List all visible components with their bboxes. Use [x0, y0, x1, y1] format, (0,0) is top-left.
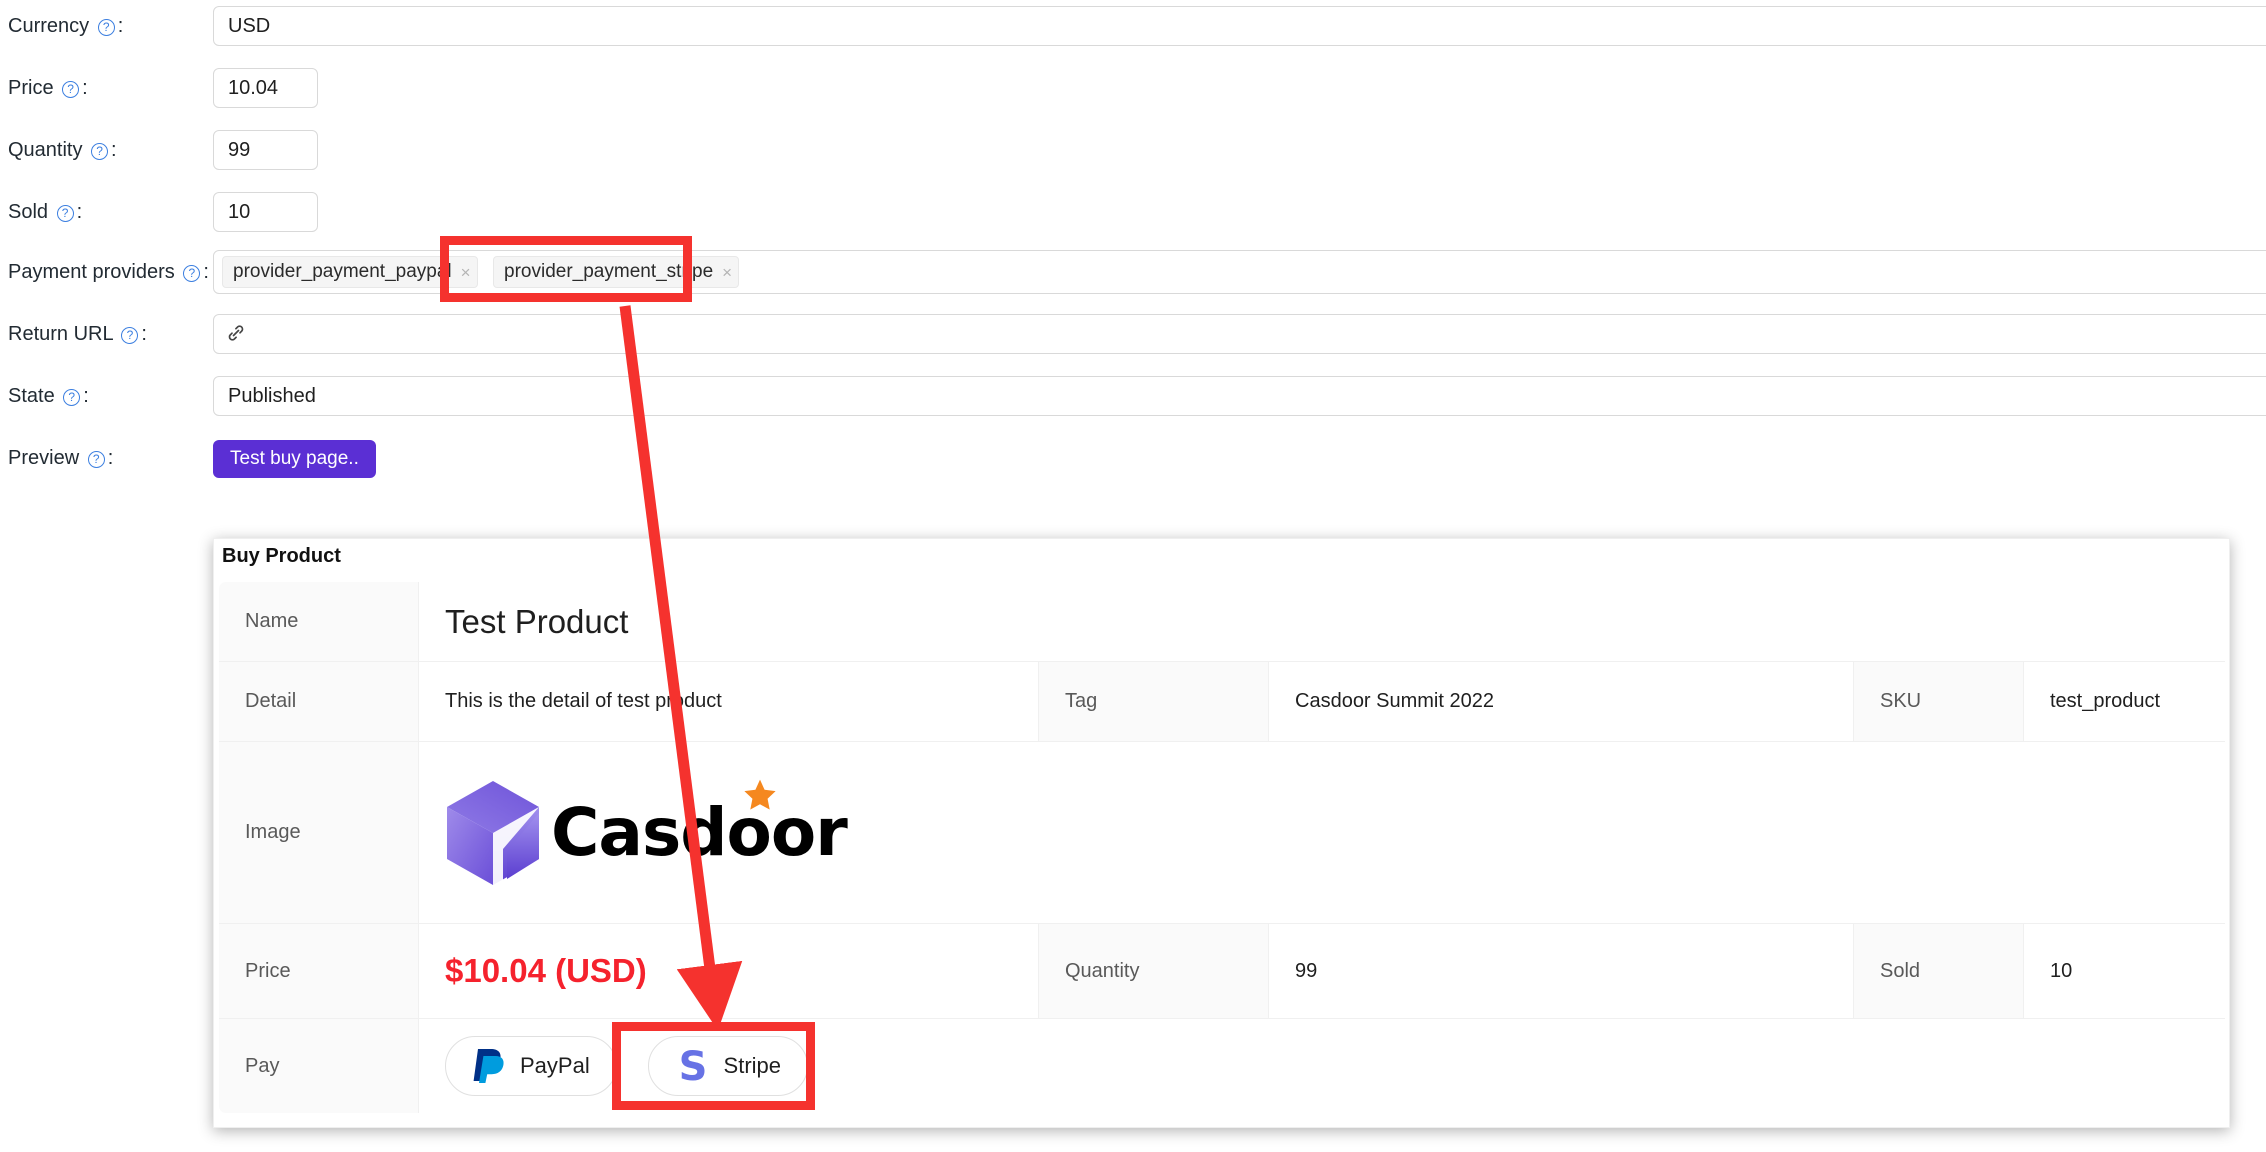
help-icon[interactable]: ?: [183, 265, 201, 282]
help-icon[interactable]: ?: [97, 19, 115, 36]
label-preview: Preview ?:: [8, 438, 113, 478]
tag-label: provider_payment_paypal: [233, 261, 452, 282]
return-url-input[interactable]: [213, 314, 2266, 354]
colon: :: [107, 447, 114, 469]
cell-value-price: $10.04 (USD): [418, 923, 1039, 1019]
casdoor-logo: Casdoor: [445, 771, 2199, 887]
close-icon[interactable]: ×: [461, 264, 471, 281]
cell-value-sku: test_product: [2023, 661, 2225, 742]
cell-label-pay: Pay: [219, 1018, 419, 1113]
cell-label-sold: Sold: [1853, 923, 2024, 1019]
cell-value-tag: Casdoor Summit 2022: [1268, 661, 1854, 742]
colon: :: [117, 15, 124, 37]
help-icon[interactable]: ?: [91, 143, 109, 160]
product-edit-page: Currency ?: USD Price ?: 10.04 Quantity …: [0, 0, 2266, 1152]
close-icon[interactable]: ×: [722, 264, 732, 281]
tag-label: provider_payment_stripe: [504, 261, 714, 282]
sold-input[interactable]: 10: [213, 192, 318, 232]
casdoor-cube-icon: [447, 780, 539, 885]
pay-button-stripe[interactable]: S Stripe: [648, 1036, 809, 1096]
label-text: Return URL: [8, 323, 113, 345]
label-text: Payment providers: [8, 261, 175, 283]
form-row-currency: Currency ?: USD: [0, 6, 2266, 46]
label-text: Preview: [8, 447, 80, 469]
quantity-input[interactable]: 99: [213, 130, 318, 170]
table-row-pay: Pay PayPal S Stripe: [219, 1018, 2225, 1113]
tag-provider-payment-paypal[interactable]: provider_payment_paypal ×: [222, 256, 478, 288]
pay-button-label: PayPal: [520, 1053, 590, 1078]
label-return-url: Return URL ?:: [8, 314, 147, 354]
buy-product-table: Name Test Product Detail This is the det…: [218, 581, 2226, 1114]
price-input[interactable]: 10.04: [213, 68, 318, 108]
cell-value-quantity: 99: [1268, 923, 1854, 1019]
colon: :: [203, 261, 209, 283]
cell-label-image: Image: [219, 741, 419, 924]
link-icon: [224, 320, 248, 344]
buy-product-card: Buy Product Name Test Product Detail Thi…: [213, 538, 2230, 1128]
form-row-preview: Preview ?: Test buy page..: [0, 438, 2266, 478]
label-currency: Currency ?:: [8, 6, 123, 46]
cell-label-tag: Tag: [1038, 661, 1269, 742]
label-text: Sold: [8, 201, 49, 223]
label-payment-providers: Payment providers ?:: [8, 250, 209, 294]
help-icon[interactable]: ?: [56, 205, 74, 222]
product-name: Test Product: [445, 602, 629, 640]
label-text: Quantity: [8, 139, 83, 161]
form-row-state: State ?: Published: [0, 376, 2266, 416]
help-icon[interactable]: ?: [87, 451, 105, 468]
casdoor-wordmark: Casdoor: [551, 794, 848, 871]
form-row-return-url: Return URL ?:: [0, 314, 2266, 354]
table-row-image: Image Casdoor: [219, 741, 2225, 924]
form-row-payment-providers: Payment providers ?: provider_payment_pa…: [0, 250, 2266, 294]
help-icon[interactable]: ?: [121, 327, 139, 344]
currency-input[interactable]: USD: [213, 6, 2266, 46]
form-row-quantity: Quantity ?: 99: [0, 130, 2266, 170]
cell-label-name: Name: [219, 582, 419, 662]
label-sold: Sold ?:: [8, 192, 82, 232]
cell-value-pay: PayPal S Stripe: [418, 1018, 2225, 1113]
help-icon[interactable]: ?: [63, 389, 81, 406]
label-quantity: Quantity ?:: [8, 130, 117, 170]
colon: :: [82, 77, 88, 99]
label-price: Price ?:: [8, 68, 88, 108]
form-row-sold: Sold ?: 10: [0, 192, 2266, 232]
tag-provider-payment-stripe[interactable]: provider_payment_stripe ×: [493, 256, 740, 288]
svg-text:S: S: [678, 1045, 707, 1087]
cell-value-name: Test Product: [418, 582, 2225, 662]
table-row-name: Name Test Product: [219, 582, 2225, 662]
test-buy-page-button[interactable]: Test buy page..: [213, 440, 376, 478]
help-icon[interactable]: ?: [62, 81, 80, 98]
pay-button-paypal[interactable]: PayPal: [445, 1036, 617, 1096]
label-text: Price: [8, 77, 54, 99]
colon: :: [111, 139, 117, 161]
cell-value-image: Casdoor: [418, 741, 2225, 924]
label-text: State: [8, 385, 55, 407]
colon: :: [141, 323, 147, 345]
colon: :: [83, 385, 89, 407]
product-price: $10.04 (USD): [445, 952, 647, 989]
cell-label-sku: SKU: [1853, 661, 2024, 742]
label-text: Currency: [8, 15, 90, 37]
state-select[interactable]: Published: [213, 376, 2266, 416]
buy-product-title: Buy Product: [222, 545, 341, 567]
label-state: State ?:: [8, 376, 89, 416]
colon: :: [76, 201, 83, 223]
cell-label-detail: Detail: [219, 661, 419, 742]
pay-button-label: Stripe: [723, 1053, 782, 1078]
form-row-price: Price ?: 10.04: [0, 68, 2266, 108]
payment-providers-select[interactable]: provider_payment_paypal × provider_payme…: [213, 250, 2266, 294]
cell-label-quantity: Quantity: [1038, 923, 1269, 1019]
cell-value-sold: 10: [2023, 923, 2225, 1019]
table-row-detail: Detail This is the detail of test produc…: [219, 661, 2225, 742]
cell-label-price: Price: [219, 923, 419, 1019]
stripe-icon: S: [678, 1045, 707, 1087]
cell-value-detail: This is the detail of test product: [418, 661, 1039, 742]
table-row-price: Price $10.04 (USD) Quantity 99 Sold 10: [219, 923, 2225, 1019]
paypal-icon: [473, 1049, 504, 1083]
star-icon: [737, 771, 783, 815]
